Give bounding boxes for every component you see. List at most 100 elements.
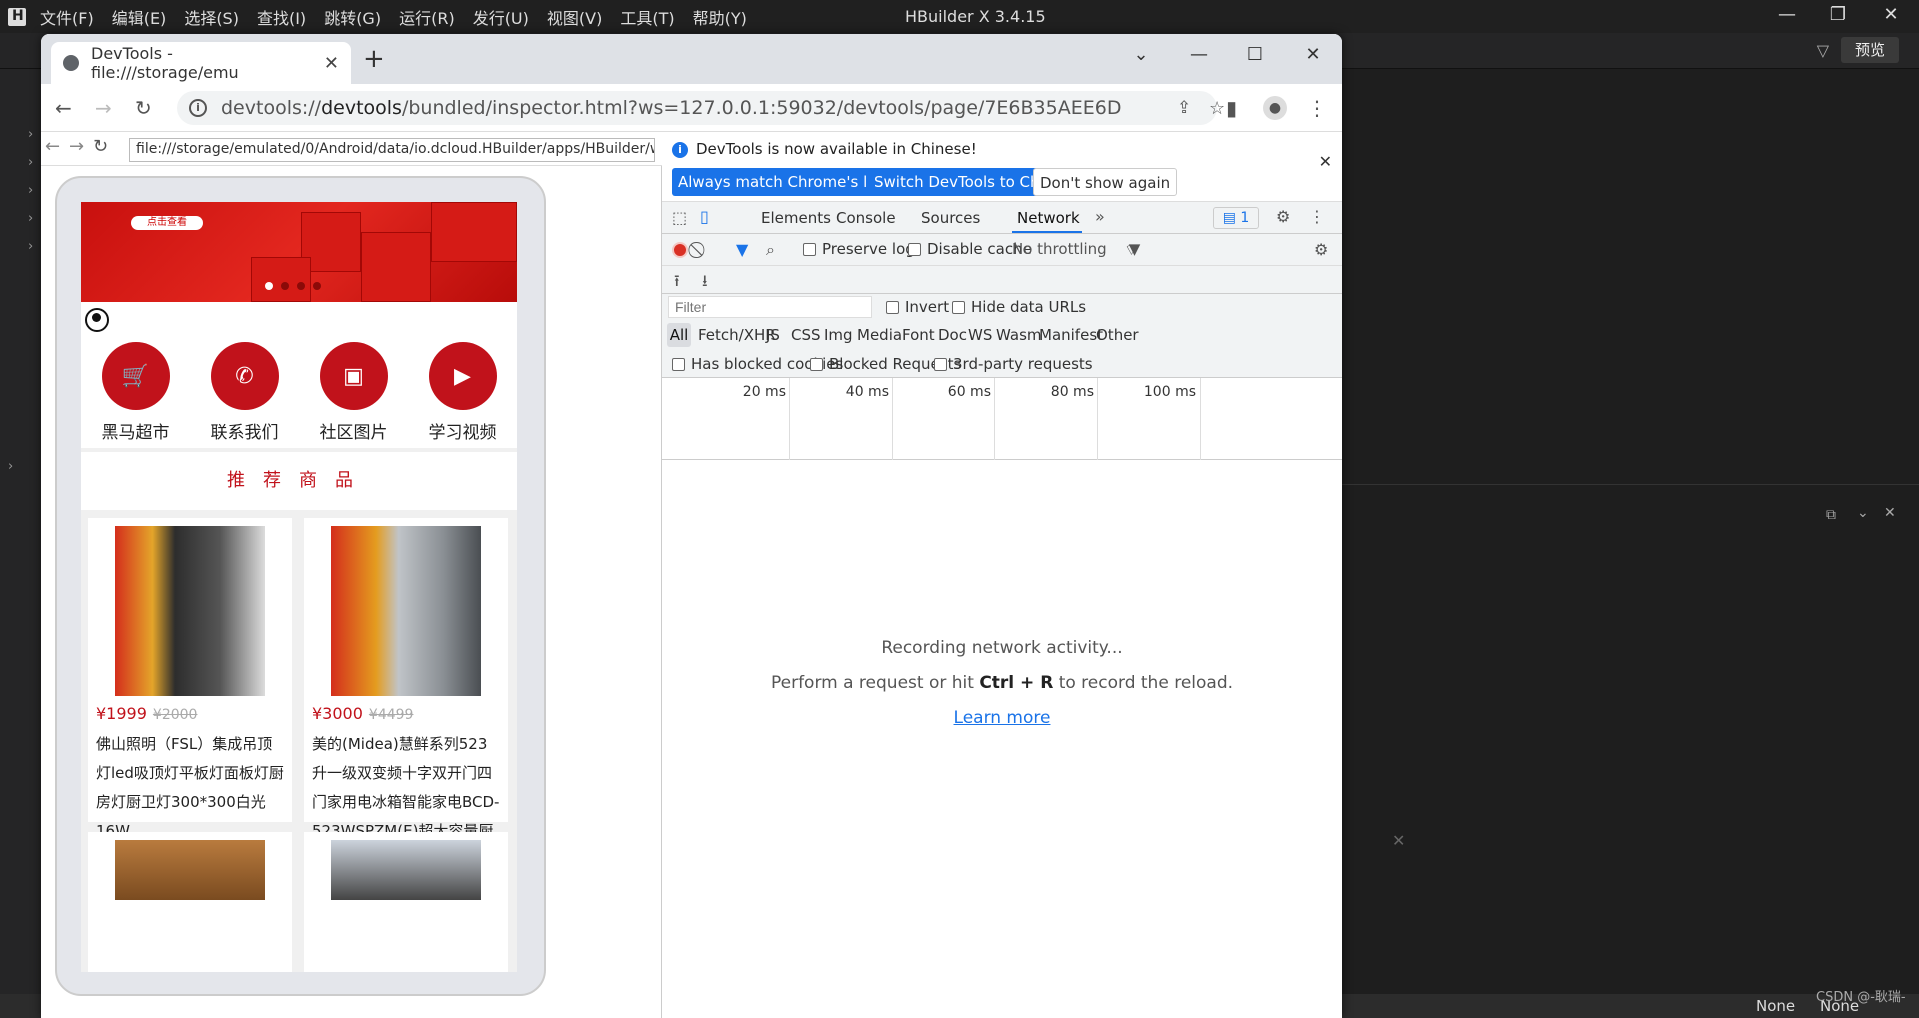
share-icon[interactable]: ⇪: [1177, 98, 1191, 118]
hb-minimize-icon[interactable]: —: [1772, 4, 1802, 28]
checkbox-box[interactable]: [672, 358, 685, 371]
menu-view[interactable]: 视图(V): [547, 5, 602, 29]
screencast-url-input[interactable]: file:///storage/emulated/0/Android/data/…: [129, 138, 655, 162]
nav-item-videos[interactable]: ▶ 学习视频: [413, 342, 513, 448]
banner-button[interactable]: 点击查看: [131, 216, 203, 230]
preview-button[interactable]: 预览: [1841, 37, 1899, 63]
tree-expand-icon[interactable]: ›: [28, 127, 33, 142]
swiper-dot[interactable]: [297, 282, 305, 290]
side-panel-icon[interactable]: ▮: [1226, 96, 1237, 120]
issues-badge[interactable]: ▤ 1: [1213, 207, 1259, 229]
network-overview-timeline[interactable]: 20 ms 40 ms 60 ms 80 ms 100 ms: [662, 378, 1342, 460]
omnibox[interactable]: i devtools://devtools/bundled/inspector.…: [177, 91, 1225, 125]
type-manifest[interactable]: Manifest: [1039, 326, 1103, 344]
hb-restore-icon[interactable]: ❐: [1823, 4, 1853, 28]
menu-goto[interactable]: 跳转(G): [324, 5, 381, 29]
infobar-close-icon[interactable]: ✕: [1319, 152, 1332, 171]
more-tabs-icon[interactable]: »: [1095, 207, 1105, 226]
tab-network[interactable]: Network: [1017, 209, 1080, 227]
checkbox-box[interactable]: [952, 301, 965, 314]
record-button[interactable]: [672, 242, 688, 258]
tree-expand-icon[interactable]: ›: [28, 183, 33, 198]
throttling-select[interactable]: No throttling ▼: [1012, 240, 1140, 258]
menu-select[interactable]: 选择(S): [184, 5, 239, 29]
product-card[interactable]: ¥1999 ¥2000 佛山照明（FSL）集成吊顶灯led吸顶灯平板灯面板灯厨房灯…: [88, 518, 292, 840]
filter-input[interactable]: [668, 296, 872, 318]
third-party-checkbox[interactable]: 3rd-party requests: [934, 355, 1093, 373]
type-media[interactable]: Media: [857, 326, 902, 344]
checkbox-box[interactable]: [810, 358, 823, 371]
nav-item-contact[interactable]: ✆ 联系我们: [195, 342, 295, 448]
type-doc[interactable]: Doc: [938, 326, 967, 344]
close-window-icon[interactable]: ✕: [1295, 44, 1331, 74]
minimize-icon[interactable]: —: [1181, 44, 1217, 74]
checkbox-box[interactable]: [908, 243, 921, 256]
tab-search-icon[interactable]: ⌄: [1123, 44, 1159, 74]
tree-expand-icon[interactable]: ›: [28, 211, 33, 226]
devtools-menu-icon[interactable]: ⋮: [1309, 207, 1325, 226]
back-icon[interactable]: ←: [55, 96, 72, 120]
menu-find[interactable]: 查找(I): [257, 5, 306, 29]
export-har-icon[interactable]: ⭳: [702, 270, 708, 297]
nav-item-supermarket[interactable]: 🛒 黑马超市: [86, 342, 186, 448]
learn-more-link[interactable]: Learn more: [662, 708, 1342, 728]
swiper-dot-active[interactable]: [265, 282, 273, 290]
menu-edit[interactable]: 编辑(E): [112, 5, 167, 29]
network-conditions-icon[interactable]: ⌔: [1124, 240, 1139, 260]
screencast-reload-icon[interactable]: ↻: [93, 136, 108, 157]
inspect-element-icon[interactable]: ⬚: [672, 208, 687, 227]
swiper-banner[interactable]: 点击查看: [81, 202, 517, 302]
site-info-icon[interactable]: i: [189, 99, 207, 117]
menu-file[interactable]: 文件(F): [40, 5, 94, 29]
type-img[interactable]: Img: [824, 326, 853, 344]
preserve-log-checkbox[interactable]: Preserve log: [803, 240, 915, 258]
menu-help[interactable]: 帮助(Y): [693, 5, 747, 29]
type-fetch-xhr[interactable]: Fetch/XHR: [698, 326, 776, 344]
new-tab-button[interactable]: +: [363, 44, 385, 74]
invert-checkbox[interactable]: Invert: [886, 298, 949, 316]
type-wasm[interactable]: Wasm: [996, 326, 1042, 344]
hb-close-icon[interactable]: ✕: [1876, 4, 1906, 28]
search-icon[interactable]: ⌕: [766, 240, 775, 260]
more-menu-icon[interactable]: ⋮: [1307, 96, 1327, 120]
console-maximize-icon[interactable]: ⧉: [1826, 507, 1836, 523]
tab-elements[interactable]: Elements: [761, 209, 831, 227]
filter-icon[interactable]: ▼: [736, 240, 748, 259]
tab-sources[interactable]: Sources: [921, 209, 980, 227]
device-toolbar-icon[interactable]: ▯: [700, 207, 709, 226]
maximize-icon[interactable]: ☐: [1237, 44, 1273, 74]
checkbox-box[interactable]: [803, 243, 816, 256]
reload-icon[interactable]: ↻: [135, 96, 152, 120]
type-ws[interactable]: WS: [968, 326, 992, 344]
swiper-dot[interactable]: [281, 282, 289, 290]
checkbox-box[interactable]: [886, 301, 899, 314]
type-all[interactable]: All: [667, 323, 691, 347]
console-chevron-down-icon[interactable]: ⌄: [1857, 505, 1869, 521]
browser-tab[interactable]: DevTools - file:///storage/emu ✕: [51, 42, 351, 84]
product-card[interactable]: [304, 832, 508, 972]
menu-run[interactable]: 运行(R): [399, 5, 455, 29]
type-font[interactable]: Font: [902, 326, 935, 344]
filter-icon[interactable]: ▽: [1817, 41, 1829, 60]
settings-gear-icon[interactable]: ⚙: [1276, 207, 1290, 226]
screencast-back-icon[interactable]: ←: [45, 136, 60, 157]
forward-icon[interactable]: →: [95, 96, 112, 120]
bookmark-star-icon[interactable]: ☆: [1209, 98, 1225, 119]
product-card[interactable]: ¥3000 ¥4499 美的(Midea)慧鲜系列523升一级双变频十字双开门四门…: [304, 518, 508, 869]
console-close-icon[interactable]: ✕: [1884, 505, 1896, 521]
type-css[interactable]: CSS: [791, 326, 821, 344]
tab-close-icon[interactable]: ✕: [324, 53, 339, 74]
checkbox-box[interactable]: [934, 358, 947, 371]
profile-icon[interactable]: ●: [1263, 96, 1287, 120]
tab-console[interactable]: Console: [836, 209, 896, 227]
url-text[interactable]: devtools://devtools/bundled/inspector.ht…: [221, 97, 1121, 119]
menu-publish[interactable]: 发行(U): [473, 5, 529, 29]
type-js[interactable]: JS: [766, 326, 780, 344]
network-settings-gear-icon[interactable]: ⚙: [1314, 240, 1328, 259]
type-other[interactable]: Other: [1096, 326, 1139, 344]
menu-tools[interactable]: 工具(T): [620, 5, 674, 29]
dont-show-again-button[interactable]: Don't show again: [1033, 168, 1178, 196]
import-har-icon[interactable]: ⭱: [674, 270, 680, 297]
tree-expand-icon[interactable]: ›: [8, 459, 13, 474]
hide-data-urls-checkbox[interactable]: Hide data URLs: [952, 298, 1086, 316]
